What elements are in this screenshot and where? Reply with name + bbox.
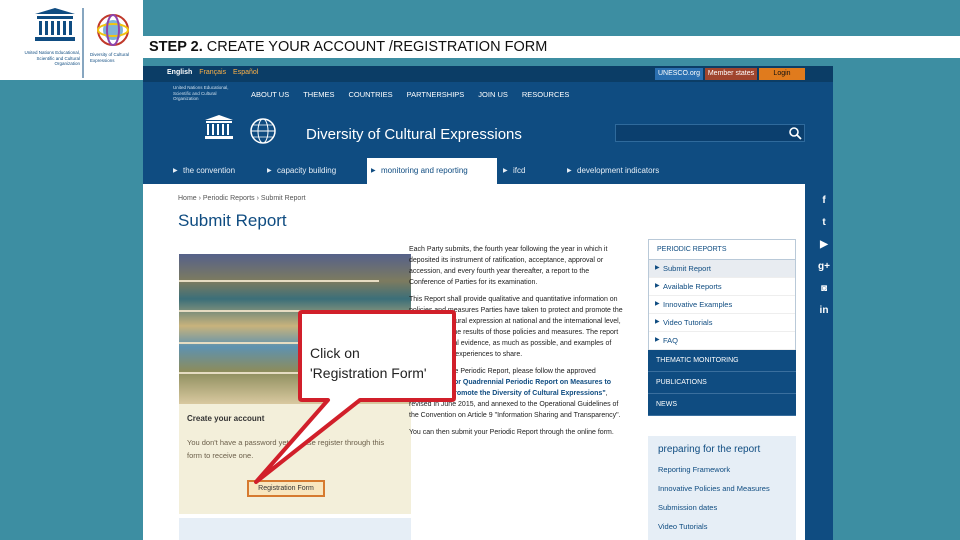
- page-content: Home › Periodic Reports › Submit Report …: [143, 184, 833, 540]
- slide-title-text: CREATE YOUR ACCOUNT /REGISTRATION FORM: [202, 39, 548, 55]
- dce-globe-icon: [97, 14, 129, 46]
- sidebar-item-label: FAQ: [663, 336, 679, 345]
- slide-title-step: STEP 2.: [149, 39, 203, 55]
- mini-unesco-logo: United Nations Educational, Scientific a…: [173, 85, 229, 101]
- logo-caption-right: Diversity of Cultural Expressions: [90, 52, 130, 63]
- callout-line-2: 'Registration Form': [310, 365, 427, 381]
- book-edge: [179, 280, 379, 282]
- linkedin-icon[interactable]: in: [815, 300, 833, 322]
- tab-label: development indicators: [577, 166, 660, 175]
- breadcrumb[interactable]: Home › Periodic Reports › Submit Report: [178, 195, 306, 202]
- sidebar-item-faq[interactable]: ▶ FAQ: [649, 332, 795, 350]
- create-account-heading: Create your account: [187, 414, 265, 423]
- facebook-icon[interactable]: f: [815, 190, 833, 212]
- unesco-logo-icon: [35, 8, 129, 78]
- sidebar-item-submit-report[interactable]: ▶ Submit Report: [649, 260, 795, 278]
- tab-label: the convention: [183, 166, 236, 175]
- sidebar-heading: PERIODIC REPORTS: [648, 239, 796, 260]
- sidebar-list: ▶ Submit Report ▶ Available Reports ▶ Innov…: [648, 260, 796, 350]
- nav-about-us[interactable]: ABOUT US: [251, 90, 289, 99]
- page-title: Submit Report: [178, 211, 287, 230]
- top-utility-bar: English Français Español UNESCO.org Memb…: [143, 66, 833, 82]
- logo-caption-left: United Nations Educational, Scientific a…: [24, 50, 80, 66]
- slide-title: STEP 2. CREATE YOUR ACCOUNT /REGISTRATIO…: [143, 36, 960, 58]
- tab-label: ifcd: [513, 166, 526, 175]
- lang-francais[interactable]: Français: [199, 69, 226, 76]
- tab-label: monitoring and reporting: [381, 166, 468, 175]
- sidebar-item-available-reports[interactable]: ▶ Available Reports: [649, 278, 795, 296]
- nav-themes[interactable]: THEMES: [303, 90, 334, 99]
- tab-monitoring-and-reporting[interactable]: ▶ monitoring and reporting: [367, 158, 497, 184]
- sidebar-item-label: Video Tutorials: [663, 318, 713, 327]
- lower-info-box: [179, 518, 411, 540]
- site-header: Diversity of Cultural Expressions: [143, 106, 833, 158]
- sidebar-item-innovative-examples[interactable]: ▶ Innovative Examples: [649, 296, 795, 314]
- youtube-icon[interactable]: ▶: [815, 234, 833, 256]
- twitter-icon[interactable]: t: [815, 212, 833, 234]
- search-icon[interactable]: [788, 126, 802, 140]
- instagram-icon[interactable]: ◙: [815, 278, 833, 300]
- slide-logo-area: United Nations Educational, Scientific a…: [0, 0, 143, 80]
- member-states-button[interactable]: Member states: [705, 68, 757, 80]
- chevron-right-icon: ▶: [655, 319, 660, 325]
- chevron-right-icon: ▶: [655, 301, 660, 307]
- nav-countries[interactable]: COUNTRIES: [348, 90, 392, 99]
- tab-arrow-icon: ▶: [267, 168, 272, 174]
- tab-label: capacity building: [277, 166, 337, 175]
- create-account-box: Create your account You don't have a pas…: [179, 404, 411, 514]
- prep-link-submission-dates[interactable]: Submission dates: [658, 503, 786, 512]
- section-tabs: ▶ the convention ▶ capacity building ▶ moni…: [143, 158, 833, 184]
- tab-arrow-icon: ▶: [503, 168, 508, 174]
- chevron-right-icon: ▶: [655, 265, 660, 271]
- tab-arrow-icon: ▶: [371, 168, 376, 174]
- language-switcher: English Français Español: [167, 69, 263, 76]
- unesco-org-button[interactable]: UNESCO.org: [655, 68, 703, 80]
- googleplus-icon[interactable]: g+: [815, 256, 833, 278]
- sidebar-news[interactable]: NEWS: [648, 394, 796, 416]
- main-nav-bar: United Nations Educational, Scientific a…: [143, 82, 833, 106]
- unesco-temple-icon[interactable]: [203, 114, 235, 142]
- paragraph-4: You can then submit your Periodic Report…: [409, 429, 614, 436]
- website-screenshot: English Français Español UNESCO.org Memb…: [143, 66, 833, 540]
- nav-partnerships[interactable]: PARTNERSHIPS: [407, 90, 465, 99]
- callout-line-1: Click on: [310, 345, 360, 361]
- site-title[interactable]: Diversity of Cultural Expressions: [306, 126, 522, 143]
- main-nav: ABOUT US THEMES COUNTRIES PARTNERSHIPS J…: [251, 82, 583, 106]
- tab-arrow-icon: ▶: [567, 168, 572, 174]
- sidebar-item-label: Innovative Examples: [663, 300, 733, 309]
- sidebar-item-video-tutorials[interactable]: ▶ Video Tutorials: [649, 314, 795, 332]
- sidebar-publications[interactable]: PUBLICATIONS: [648, 372, 796, 394]
- lang-espanol[interactable]: Español: [233, 69, 258, 76]
- search-input[interactable]: [615, 124, 805, 142]
- lang-english[interactable]: English: [167, 69, 192, 76]
- login-button[interactable]: Login: [759, 68, 805, 80]
- tab-capacity-building[interactable]: ▶ capacity building: [263, 158, 365, 184]
- callout-text: Click on 'Registration Form': [310, 343, 427, 383]
- tab-development-indicators[interactable]: ▶ development indicators: [563, 158, 713, 184]
- social-icons: f t ▶ g+ ◙ in: [815, 190, 833, 322]
- tab-ifcd[interactable]: ▶ ifcd: [499, 158, 563, 184]
- prep-link-video-tutorials[interactable]: Video Tutorials: [658, 522, 786, 531]
- paragraph-1: Each Party submits, the fourth year foll…: [409, 246, 608, 286]
- globe-icon: [250, 118, 276, 144]
- sidebar-item-label: Available Reports: [663, 282, 722, 291]
- tab-the-convention[interactable]: ▶ the convention: [169, 158, 263, 184]
- prep-link-reporting-framework[interactable]: Reporting Framework: [658, 465, 786, 474]
- prep-link-innovative-policies[interactable]: Innovative Policies and Measures: [658, 484, 786, 493]
- sidebar-item-label: Submit Report: [663, 264, 711, 273]
- chevron-right-icon: ▶: [655, 283, 660, 289]
- right-sidebar: PERIODIC REPORTS ▶ Submit Report ▶ Availab…: [648, 239, 796, 540]
- sidebar-thematic-monitoring[interactable]: THEMATIC MONITORING: [648, 350, 796, 372]
- chevron-right-icon: ▶: [655, 337, 660, 343]
- preparing-report-title: preparing for the report: [658, 444, 761, 455]
- preparing-report-box: preparing for the report Reporting Frame…: [648, 436, 796, 540]
- nav-resources[interactable]: RESOURCES: [522, 90, 570, 99]
- instruction-callout: Click on 'Registration Form': [254, 310, 456, 484]
- registration-form-button[interactable]: Registration Form: [247, 480, 325, 497]
- tab-arrow-icon: ▶: [173, 168, 178, 174]
- nav-join-us[interactable]: JOIN US: [478, 90, 508, 99]
